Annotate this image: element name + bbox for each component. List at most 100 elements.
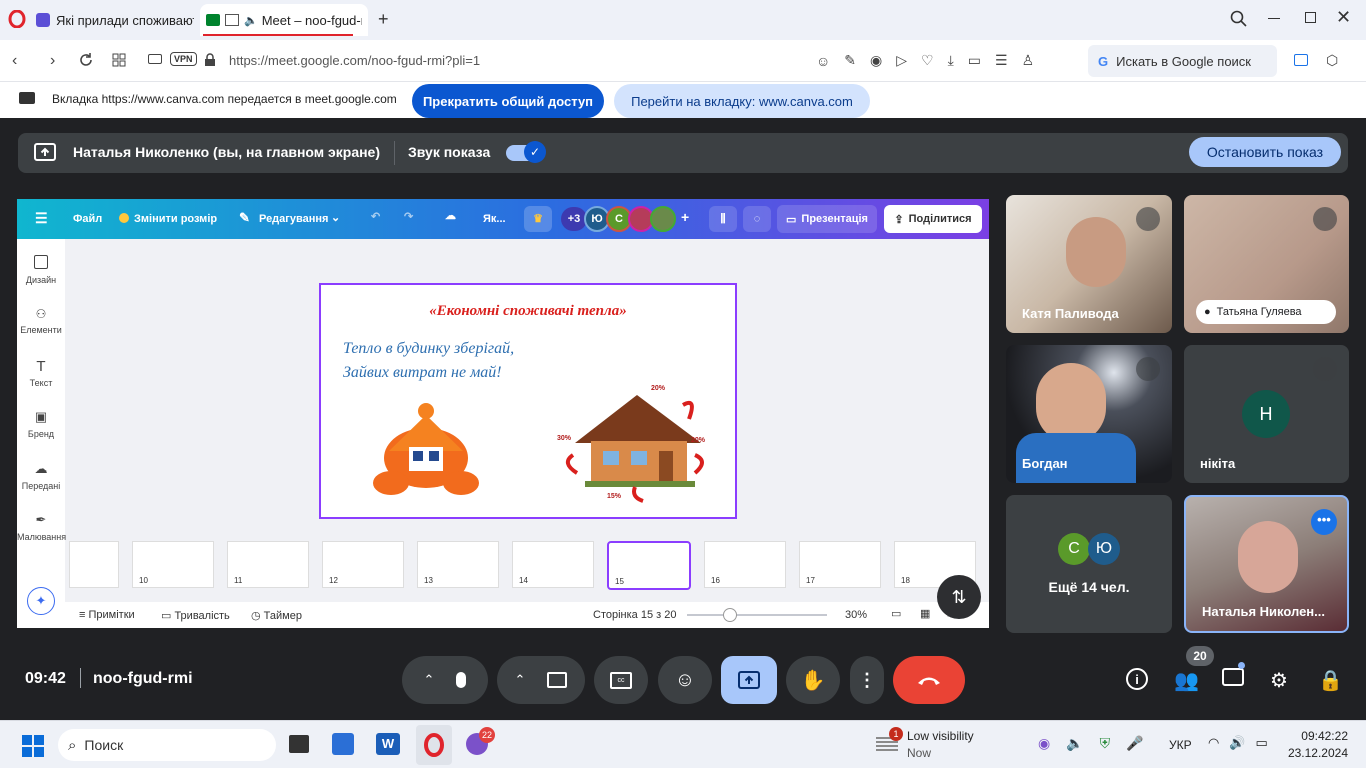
snapshot-icon[interactable]: ◉: [870, 52, 882, 69]
menu-icon[interactable]: ☰: [995, 52, 1008, 69]
opera-logo-icon[interactable]: [8, 10, 26, 28]
audio-options-chevron-icon[interactable]: ⌃: [424, 672, 435, 688]
thumbnail-partial[interactable]: [69, 541, 119, 588]
word-icon[interactable]: W: [376, 733, 400, 755]
participant-tile[interactable]: Н нікіта: [1184, 345, 1349, 483]
sidebar-item-text[interactable]: T Текст: [17, 358, 65, 388]
more-options-icon[interactable]: •••: [1311, 509, 1337, 535]
host-controls-icon[interactable]: 🔒: [1318, 668, 1343, 693]
sound-toggle[interactable]: ✓: [506, 141, 546, 163]
captions-button[interactable]: cc: [594, 656, 648, 704]
meeting-details-icon[interactable]: i: [1126, 668, 1148, 690]
microphone-icon[interactable]: [456, 672, 467, 688]
download-icon[interactable]: ⤓: [948, 52, 954, 69]
add-collaborator-icon[interactable]: +: [681, 209, 689, 225]
participant-tile[interactable]: Богдан: [1006, 345, 1172, 483]
swap-position-button[interactable]: ⇅: [937, 575, 981, 619]
redo-icon[interactable]: ↷: [404, 210, 413, 223]
more-participants-tile[interactable]: С Ю Ещё 14 чел.: [1006, 495, 1172, 633]
store-icon[interactable]: [332, 733, 354, 755]
security-tray-icon[interactable]: ⛨: [1100, 735, 1111, 752]
sidebar-item-brand[interactable]: ▣ Бренд: [17, 409, 65, 439]
reload-icon[interactable]: [78, 52, 94, 68]
slide-thumbnail[interactable]: 12: [322, 541, 404, 588]
analytics-icon[interactable]: ⫼: [709, 206, 737, 232]
chat-icon[interactable]: [1222, 668, 1244, 686]
resize-menu[interactable]: Змінити розмір: [134, 213, 217, 225]
participant-tile[interactable]: ● Татьяна Гуляева: [1184, 195, 1349, 333]
task-view-icon[interactable]: [289, 735, 309, 753]
stop-sharing-button[interactable]: Прекратить общий доступ: [412, 84, 604, 118]
chevron-down-icon[interactable]: ⌄: [331, 211, 340, 224]
edit-icon[interactable]: ✎: [844, 52, 856, 69]
google-search-box[interactable]: G Искать в Google поиск: [1088, 45, 1277, 77]
cloud-save-icon[interactable]: ☁: [445, 209, 456, 222]
slide-thumbnail[interactable]: 13: [417, 541, 499, 588]
clock-date[interactable]: 23.12.2024: [1282, 746, 1348, 760]
slide-thumbnail[interactable]: 14: [512, 541, 594, 588]
language-indicator[interactable]: УКР: [1169, 738, 1192, 752]
camera-icon[interactable]: [148, 54, 162, 64]
reactions-button[interactable]: ☺: [658, 656, 712, 704]
battery-saver-icon[interactable]: ▭: [968, 52, 981, 69]
sidebar-toggle-icon[interactable]: [1294, 54, 1308, 66]
sidebar-item-uploads[interactable]: ☁ Передані: [17, 461, 65, 491]
self-view-tile[interactable]: ••• Наталья Николен...: [1184, 495, 1349, 633]
speaker-icon[interactable]: 🔈: [244, 14, 258, 27]
restore-button[interactable]: [1305, 12, 1316, 23]
pip-icon[interactable]: [225, 14, 239, 26]
grid-view-icon[interactable]: ▦: [920, 607, 930, 620]
timer-button[interactable]: ◷ Таймер: [251, 609, 302, 622]
send-icon[interactable]: ▷: [896, 52, 907, 69]
people-icon[interactable]: 👥: [1174, 668, 1199, 693]
raise-hand-button[interactable]: ✋: [786, 656, 840, 704]
network-tray[interactable]: ◠ 🔊 ▭: [1208, 735, 1268, 751]
back-button[interactable]: ‹: [12, 52, 17, 70]
avatar[interactable]: [650, 206, 676, 232]
viber-tray-icon[interactable]: ◉: [1038, 735, 1050, 752]
lock-icon[interactable]: [204, 53, 216, 67]
speed-dial-icon[interactable]: [112, 53, 126, 67]
sidebar-item-draw[interactable]: ✒ Малювання: [17, 512, 66, 542]
sidebar-item-elements[interactable]: ⚇ Елементи: [17, 307, 65, 335]
fit-page-icon[interactable]: ▭: [891, 607, 901, 620]
windows-start-icon[interactable]: [22, 735, 44, 757]
title-truncated[interactable]: Як...: [483, 213, 506, 225]
heart-icon[interactable]: ♡: [921, 52, 934, 69]
tab-meet[interactable]: 🔈 Meet – noo-fgud-rmi: [200, 4, 368, 36]
zoom-slider-handle[interactable]: [723, 608, 737, 622]
microphone-tray-icon[interactable]: 🎤: [1126, 735, 1143, 752]
volume-tray-icon[interactable]: 🔈: [1066, 735, 1083, 752]
file-menu[interactable]: Файл: [73, 213, 102, 225]
profile-icon[interactable]: ♙: [1022, 52, 1035, 69]
video-options-chevron-icon[interactable]: ⌃: [515, 672, 526, 688]
zoom-label[interactable]: 30%: [845, 609, 867, 621]
opera-taskbar-icon[interactable]: [416, 725, 452, 765]
present-button[interactable]: ▭ Презентація: [777, 205, 877, 233]
activities-icon[interactable]: ⚙: [1270, 668, 1288, 693]
emoji-icon[interactable]: ☺: [816, 53, 830, 69]
forward-button[interactable]: ›: [50, 52, 55, 70]
sidebar-item-design[interactable]: Дизайн: [17, 255, 65, 285]
extensions-icon[interactable]: ⬡: [1326, 52, 1338, 69]
taskbar-search[interactable]: ⌕ Поиск: [58, 729, 276, 761]
go-to-tab-button[interactable]: Перейти на вкладку: www.canva.com: [614, 84, 870, 118]
edit-menu[interactable]: Редагування: [259, 213, 328, 225]
new-tab-button[interactable]: +: [378, 9, 389, 30]
minimize-button[interactable]: [1268, 18, 1280, 19]
slide-thumbnail[interactable]: 16: [704, 541, 786, 588]
close-window-button[interactable]: ✕: [1336, 7, 1351, 28]
stop-presenting-button[interactable]: Остановить показ: [1189, 137, 1341, 167]
vpn-badge[interactable]: VPN: [170, 52, 197, 66]
camera-icon[interactable]: [547, 672, 568, 688]
present-now-button[interactable]: [721, 656, 777, 704]
undo-icon[interactable]: ↶: [371, 210, 380, 223]
tab-search-icon[interactable]: [1230, 10, 1248, 28]
share-button[interactable]: ⇪ Поділитися: [884, 205, 982, 233]
current-slide[interactable]: «Економні споживачі тепла» Тепло в будин…: [319, 283, 737, 519]
weather-title[interactable]: Low visibility: [907, 729, 974, 743]
more-options-button[interactable]: ⋮: [850, 656, 884, 704]
comment-icon[interactable]: ◌: [743, 206, 771, 232]
url-field[interactable]: https://meet.google.com/noo-fgud-rmi?pli…: [229, 53, 480, 68]
participant-tile[interactable]: Катя Паливода: [1006, 195, 1172, 333]
